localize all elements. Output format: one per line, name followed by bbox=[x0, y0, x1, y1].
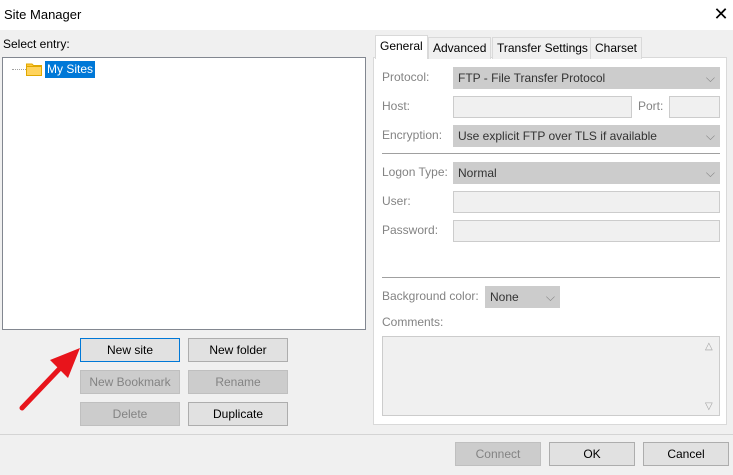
tab-transfer-settings[interactable]: Transfer Settings bbox=[492, 37, 593, 59]
background-color-value: None bbox=[490, 290, 519, 304]
port-label: Port: bbox=[638, 99, 664, 113]
password-input[interactable] bbox=[453, 220, 720, 242]
host-label: Host: bbox=[382, 99, 411, 113]
new-folder-button[interactable]: New folder bbox=[188, 338, 288, 362]
new-site-button[interactable]: New site bbox=[80, 338, 180, 362]
folder-icon bbox=[26, 63, 42, 76]
chevron-down-icon: ⌵ bbox=[705, 71, 715, 85]
delete-button[interactable]: Delete bbox=[80, 402, 180, 426]
close-icon[interactable]: ✕ bbox=[711, 4, 731, 24]
background-color-label: Background color: bbox=[382, 289, 479, 303]
protocol-label: Protocol: bbox=[382, 70, 430, 84]
chevron-down-icon: ⌵ bbox=[705, 166, 715, 180]
tree-item-my-sites[interactable]: My Sites bbox=[45, 61, 96, 78]
title-bar bbox=[0, 0, 733, 30]
connect-button[interactable]: Connect bbox=[455, 442, 541, 466]
arrow-annotation-icon bbox=[19, 348, 80, 411]
logon-type-value: Normal bbox=[458, 166, 497, 180]
password-label: Password: bbox=[382, 223, 439, 237]
user-label: User: bbox=[382, 194, 411, 208]
new-bookmark-button[interactable]: New Bookmark bbox=[80, 370, 180, 394]
chevron-down-icon: ⌵ bbox=[705, 129, 715, 143]
site-tree[interactable] bbox=[2, 57, 366, 330]
user-input[interactable] bbox=[453, 191, 720, 213]
encryption-label: Encryption: bbox=[382, 128, 443, 142]
scroll-up-icon[interactable]: △ bbox=[705, 341, 713, 352]
tree-connector bbox=[12, 69, 26, 70]
select-entry-label: Select entry: bbox=[3, 37, 70, 51]
encryption-value: Use explicit FTP over TLS if available bbox=[458, 129, 657, 143]
divider bbox=[382, 277, 720, 278]
tab-charset[interactable]: Charset bbox=[590, 37, 643, 59]
chevron-down-icon: ⌵ bbox=[545, 290, 555, 304]
comments-textarea[interactable] bbox=[382, 336, 720, 416]
tab-advanced[interactable]: Advanced bbox=[428, 37, 492, 59]
scroll-down-icon[interactable]: ▽ bbox=[705, 401, 713, 412]
ok-button[interactable]: OK bbox=[549, 442, 635, 466]
footer-divider bbox=[0, 434, 733, 435]
logon-type-label: Logon Type: bbox=[382, 165, 448, 179]
logon-type-select[interactable]: Normal ⌵ bbox=[453, 162, 720, 184]
host-input[interactable] bbox=[453, 96, 632, 118]
duplicate-button[interactable]: Duplicate bbox=[188, 402, 288, 426]
window-title: Site Manager bbox=[4, 7, 82, 22]
protocol-select[interactable]: FTP - File Transfer Protocol ⌵ bbox=[453, 67, 720, 89]
background-color-select[interactable]: None ⌵ bbox=[485, 286, 560, 308]
divider bbox=[382, 153, 720, 154]
comments-label: Comments: bbox=[382, 315, 444, 329]
tab-general[interactable]: General bbox=[375, 35, 428, 59]
rename-button[interactable]: Rename bbox=[188, 370, 288, 394]
encryption-select[interactable]: Use explicit FTP over TLS if available ⌵ bbox=[453, 125, 720, 147]
port-input[interactable] bbox=[669, 96, 720, 118]
protocol-value: FTP - File Transfer Protocol bbox=[458, 71, 606, 85]
cancel-button[interactable]: Cancel bbox=[643, 442, 729, 466]
